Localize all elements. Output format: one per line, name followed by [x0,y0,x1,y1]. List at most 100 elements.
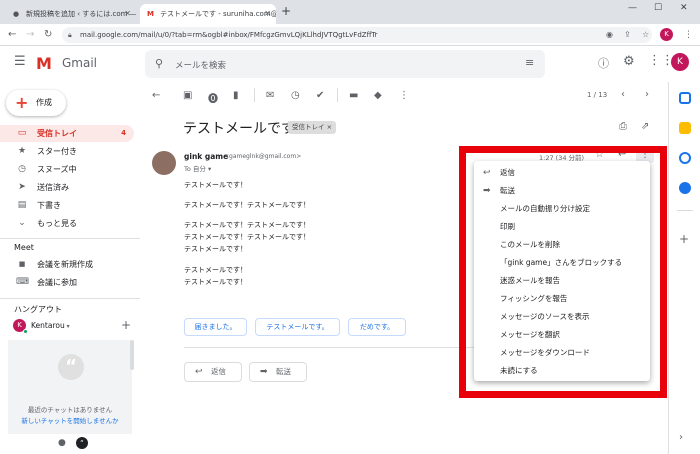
gmail-logo-icon[interactable]: M [36,54,52,73]
label-chip-close-icon[interactable]: × [327,123,332,131]
main-menu-icon[interactable]: ☰ [14,54,26,69]
sidebar-item-snoozed[interactable]: ◷ スヌーズ中 [0,161,134,178]
more-vert-icon[interactable]: ⋮ [684,28,693,42]
draft-icon: ▤ [17,200,27,210]
sidebar-item-more[interactable]: ⌄ もっと見る [0,215,134,232]
url-text: mail.google.com/mail/u/0/?tab=rm&ogbl#in… [80,31,378,39]
forward-icon: ➡ [260,367,268,377]
contacts-icon[interactable] [679,182,691,194]
keep-icon[interactable] [679,122,691,134]
sidebar-item-label: 送信済み [37,183,69,192]
add-task-icon[interactable]: ✔ [316,90,324,101]
maximize-icon[interactable]: ☐ [654,3,662,13]
tab-title: テストメールです - suruniha.com@g [160,10,276,18]
archive-icon[interactable]: ▣ [183,90,192,101]
sidebar-item-drafts[interactable]: ▤ 下書き [0,197,134,214]
new-tab-button[interactable]: + [281,4,291,18]
person-icon[interactable]: ● [58,438,66,448]
profile-avatar[interactable]: K [660,28,673,41]
help-icon[interactable]: ⓘ [598,55,609,71]
reply-button[interactable]: ↩ 返信 [184,362,242,382]
search-box[interactable]: ⚲ メールを検索 ≡ [145,50,545,78]
sidebar-item-starred[interactable]: ★ スター付き [0,143,134,160]
chevron-right-icon[interactable]: › [679,432,683,443]
forward-icon[interactable]: → [26,28,34,42]
back-icon[interactable]: ← [8,28,16,42]
account-avatar[interactable]: K [671,53,689,71]
reply-icon: ↩ [195,367,203,377]
close-tab-icon[interactable]: ✕ [264,4,271,24]
search-icon[interactable]: ⚲ [155,57,163,70]
compose-button[interactable]: + 作成 [6,90,66,116]
close-tab-icon[interactable]: ✕ [124,4,131,24]
gear-icon[interactable]: ⚙ [623,54,635,69]
chat-bubble-icon: “ [58,354,84,380]
sender-name[interactable]: gink game [184,152,228,161]
share-icon[interactable]: ⇪ [624,28,631,42]
divider [184,347,474,348]
eye-icon[interactable]: ◉ [606,28,613,42]
smart-reply-chip[interactable]: 届きました。 [184,318,247,336]
dropdown-arrow-icon: ▾ [205,165,212,173]
recipient-text: To 自分 [184,165,206,173]
snooze-icon[interactable]: ◷ [291,90,300,101]
divider [0,298,140,299]
minimize-icon[interactable]: — [628,3,637,13]
body-line: テストメールです！ [184,245,247,253]
sidebar-item-label: もっと見る [37,219,77,228]
sidebar-scrollbar[interactable] [130,340,134,370]
tasks-icon[interactable] [679,152,691,164]
meet-item-label: 会議を新規作成 [37,260,93,269]
sidebar-item-label: スター付き [37,147,77,156]
hangouts-user-name: Kentarou [31,321,65,330]
meet-join[interactable]: ⌨ 会議に参加 [0,274,134,291]
divider [0,238,140,239]
print-icon[interactable]: ⎙ [619,121,627,132]
url-field[interactable]: 🔒︎ mail.google.com/mail/u/0/?tab=rm&ogbl… [62,27,652,43]
tab-title: 新規投稿を追加 ‹ するには.com — [26,10,136,18]
meet-new-meeting[interactable]: ■ 会議を新規作成 [0,256,134,273]
wordpress-icon: ● [13,10,20,18]
close-window-icon[interactable]: ✕ [680,3,688,13]
star-icon: ★ [17,146,27,156]
smart-reply-chip[interactable]: テストメールです。 [255,318,340,336]
browser-tab-bar: ● 新規投稿を追加 ‹ するには.com — ✕ M テストメールです - su… [0,0,700,24]
smart-reply-chip[interactable]: だめです。 [348,318,406,336]
calendar-icon[interactable] [679,92,691,104]
body-line: テストメールです！ [184,266,247,274]
hangouts-add-button[interactable]: + [121,318,131,332]
hangouts-user[interactable]: Kentarou ▾ [31,321,70,330]
back-to-inbox-icon[interactable]: ← [152,90,160,101]
bookmark-star-icon[interactable]: ☆ [642,28,649,42]
delete-icon[interactable]: ▮ [233,90,239,101]
older-icon[interactable]: › [645,89,649,100]
report-spam-icon[interactable]: ⓿ [208,90,218,105]
sidebar-item-label: スヌーズ中 [37,165,77,174]
send-icon: ➤ [18,182,26,192]
forward-label: 転送 [276,367,291,376]
recipient-line[interactable]: To 自分 ▾ [184,163,211,173]
sender-avatar[interactable] [152,151,176,175]
body-line: テストメールです！テストメールです！ [184,233,310,241]
sidebar-item-sent[interactable]: ➤ 送信済み [0,179,134,196]
label-chip-text: 受信トレイ [292,123,325,131]
tab-new-post[interactable]: ● 新規投稿を追加 ‹ するには.com — ✕ [6,4,136,24]
sidebar-item-label: 下書き [37,201,61,210]
mark-unread-icon[interactable]: ✉ [266,90,274,101]
search-options-icon[interactable]: ≡ [525,56,534,69]
open-new-window-icon[interactable]: ⇗ [641,121,649,132]
hangouts-chat-icon[interactable]: “ [76,437,88,449]
tab-gmail[interactable]: M テストメールです - suruniha.com@g ✕ [140,4,276,24]
reload-icon[interactable]: ↻ [44,28,52,42]
label-icon[interactable]: ◆ [374,90,382,101]
add-addon-icon[interactable]: + [679,232,689,246]
forward-button[interactable]: ➡ 転送 [249,362,307,382]
newer-icon[interactable]: ‹ [621,89,625,100]
label-chip[interactable]: 受信トレイ × [288,121,337,134]
new-chat-link[interactable]: 新しいチャットを開始しませんか [8,415,132,425]
search-input[interactable]: メールを検索 [175,59,226,71]
move-to-icon[interactable]: ▬ [349,90,358,101]
sidebar-item-inbox[interactable]: ▭ 受信トレイ 4 [0,125,134,142]
meet-item-label: 会議に参加 [37,278,77,287]
more-actions-icon[interactable]: ⋮ [399,90,409,101]
